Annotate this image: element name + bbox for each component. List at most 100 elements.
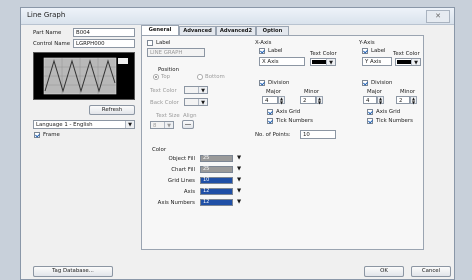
color-row-label: Axis bbox=[183, 189, 195, 195]
x-text-color-label: Text Color bbox=[310, 51, 337, 57]
position-title: Position bbox=[158, 67, 179, 73]
x-minor-field[interactable]: 2 bbox=[300, 96, 316, 104]
x-axis-title: X-Axis bbox=[255, 40, 272, 46]
y-tick-numbers-label: Tick Numbers bbox=[376, 118, 413, 124]
chevron-down-icon[interactable]: ▼ bbox=[237, 199, 241, 205]
color-title: Color bbox=[152, 147, 167, 153]
y-division-checkbox[interactable] bbox=[362, 80, 368, 86]
tab-advanced2[interactable]: Advanced2 bbox=[216, 26, 256, 35]
x-text-color-select[interactable]: ▼ bbox=[310, 58, 336, 66]
chevron-down-icon: ▼ bbox=[411, 59, 420, 65]
back-color-label: Back Color bbox=[150, 100, 179, 106]
points-field[interactable]: 10 bbox=[300, 130, 336, 139]
chevron-down-icon[interactable]: ▼ bbox=[237, 188, 241, 194]
title-bar: Line Graph ✕ bbox=[21, 8, 454, 25]
position-bottom-label: Bottom bbox=[205, 74, 225, 80]
language-value: Language 1 - English bbox=[36, 122, 93, 128]
y-axis-grid-label: Axis Grid bbox=[376, 109, 401, 115]
y-minor-label: Minor bbox=[400, 89, 416, 95]
chevron-down-icon: ▼ bbox=[164, 122, 173, 128]
back-color-select[interactable]: ▼ bbox=[184, 98, 208, 106]
chevron-down-icon[interactable]: ▼ bbox=[237, 177, 241, 183]
preview-chart bbox=[43, 57, 128, 95]
y-major-field[interactable]: 4 bbox=[363, 96, 377, 104]
x-text-color-swatch bbox=[312, 60, 326, 64]
general-panel: Label LINE GRAPH Position Top Bottom Tex… bbox=[141, 35, 424, 250]
x-tick-numbers-checkbox[interactable] bbox=[267, 118, 273, 124]
position-top-radio[interactable] bbox=[153, 74, 159, 80]
x-axis-grid-checkbox[interactable] bbox=[267, 109, 273, 115]
chevron-down-icon[interactable]: ▼ bbox=[237, 166, 241, 172]
frame-label: Frame bbox=[43, 132, 60, 138]
color-row-label: Axis Numbers bbox=[157, 200, 195, 206]
align-label: Align bbox=[183, 113, 197, 119]
close-button[interactable]: ✕ bbox=[426, 10, 450, 23]
y-axis-title: Y-Axis bbox=[359, 40, 375, 46]
x-label-label: Label bbox=[268, 48, 283, 54]
x-division-label: Division bbox=[268, 80, 290, 86]
language-select[interactable]: Language 1 - English ▼ bbox=[33, 120, 135, 129]
control-name-label: Control Name bbox=[33, 41, 71, 47]
align-icon bbox=[185, 124, 191, 125]
color-value: 12 bbox=[203, 199, 210, 205]
chevron-down-icon: ▼ bbox=[198, 87, 207, 93]
color-value: 25 bbox=[203, 166, 210, 172]
y-label-checkbox[interactable] bbox=[362, 48, 368, 54]
part-name-field[interactable]: B004 bbox=[73, 28, 135, 37]
tab-option[interactable]: Option bbox=[256, 26, 289, 35]
y-major-spinner[interactable]: ▲ ▼ bbox=[377, 96, 384, 104]
ok-button[interactable]: OK bbox=[364, 266, 404, 277]
color-select[interactable]: 25 bbox=[200, 155, 233, 162]
color-select[interactable]: 10 bbox=[200, 177, 233, 184]
cancel-button[interactable]: Cancel bbox=[411, 266, 451, 277]
y-label-field[interactable]: Y Axis bbox=[362, 57, 392, 66]
color-row-label: Grid Lines bbox=[167, 178, 195, 184]
color-select[interactable]: 25 bbox=[200, 166, 233, 173]
tag-database-button[interactable]: Tag Database... bbox=[33, 266, 113, 277]
y-major-label: Major bbox=[367, 89, 382, 95]
y-minor-spinner[interactable]: ▲ ▼ bbox=[410, 96, 417, 104]
position-top-label: Top bbox=[161, 74, 171, 80]
text-color-label: Text Color bbox=[150, 88, 177, 94]
label-label: Label bbox=[156, 40, 171, 46]
y-division-label: Division bbox=[371, 80, 393, 86]
color-row-label: Object Fill bbox=[168, 156, 195, 162]
label-text-field[interactable]: LINE GRAPH bbox=[147, 48, 205, 57]
text-color-select[interactable]: ▼ bbox=[184, 86, 208, 94]
chevron-down-icon: ▼ bbox=[326, 59, 335, 65]
y-axis-grid-checkbox[interactable] bbox=[367, 109, 373, 115]
x-major-field[interactable]: 4 bbox=[262, 96, 278, 104]
graph-preview bbox=[33, 52, 135, 100]
y-text-color-select[interactable]: ▼ bbox=[395, 58, 421, 66]
x-label-checkbox[interactable] bbox=[259, 48, 265, 54]
x-label-field[interactable]: X Axis bbox=[259, 57, 305, 66]
chevron-down-icon: ▼ bbox=[198, 99, 207, 105]
label-checkbox[interactable] bbox=[147, 40, 153, 46]
x-major-label: Major bbox=[266, 89, 281, 95]
text-size-label: Text Size bbox=[156, 113, 180, 119]
color-value: 10 bbox=[203, 177, 210, 183]
color-value: 25 bbox=[203, 155, 210, 161]
chevron-down-icon[interactable]: ▼ bbox=[237, 155, 241, 161]
x-minor-spinner[interactable]: ▲ ▼ bbox=[316, 96, 323, 104]
chevron-down-icon: ▼ bbox=[125, 121, 134, 128]
color-value: 12 bbox=[203, 188, 210, 194]
refresh-button[interactable]: Refresh bbox=[89, 105, 135, 115]
color-select[interactable]: 12 bbox=[200, 188, 233, 195]
tab-advanced[interactable]: Advanced bbox=[179, 26, 216, 35]
x-axis-grid-label: Axis Grid bbox=[276, 109, 301, 115]
text-size-select[interactable]: 8 ▼ bbox=[150, 121, 174, 129]
part-name-label: Part Name bbox=[33, 30, 62, 36]
line-graph-dialog: Line Graph ✕ Part Name B004 Control Name… bbox=[20, 7, 455, 280]
position-bottom-radio[interactable] bbox=[197, 74, 203, 80]
color-select[interactable]: 12 bbox=[200, 199, 233, 206]
y-tick-numbers-checkbox[interactable] bbox=[367, 118, 373, 124]
y-minor-field[interactable]: 2 bbox=[396, 96, 410, 104]
y-text-color-label: Text Color bbox=[393, 51, 420, 57]
x-major-spinner[interactable]: ▲ ▼ bbox=[278, 96, 285, 104]
control-name-field[interactable]: LGRPH000 bbox=[73, 39, 135, 48]
text-size-value: 8 bbox=[153, 123, 157, 129]
align-button[interactable] bbox=[182, 120, 194, 129]
x-division-checkbox[interactable] bbox=[259, 80, 265, 86]
frame-checkbox[interactable] bbox=[34, 132, 40, 138]
